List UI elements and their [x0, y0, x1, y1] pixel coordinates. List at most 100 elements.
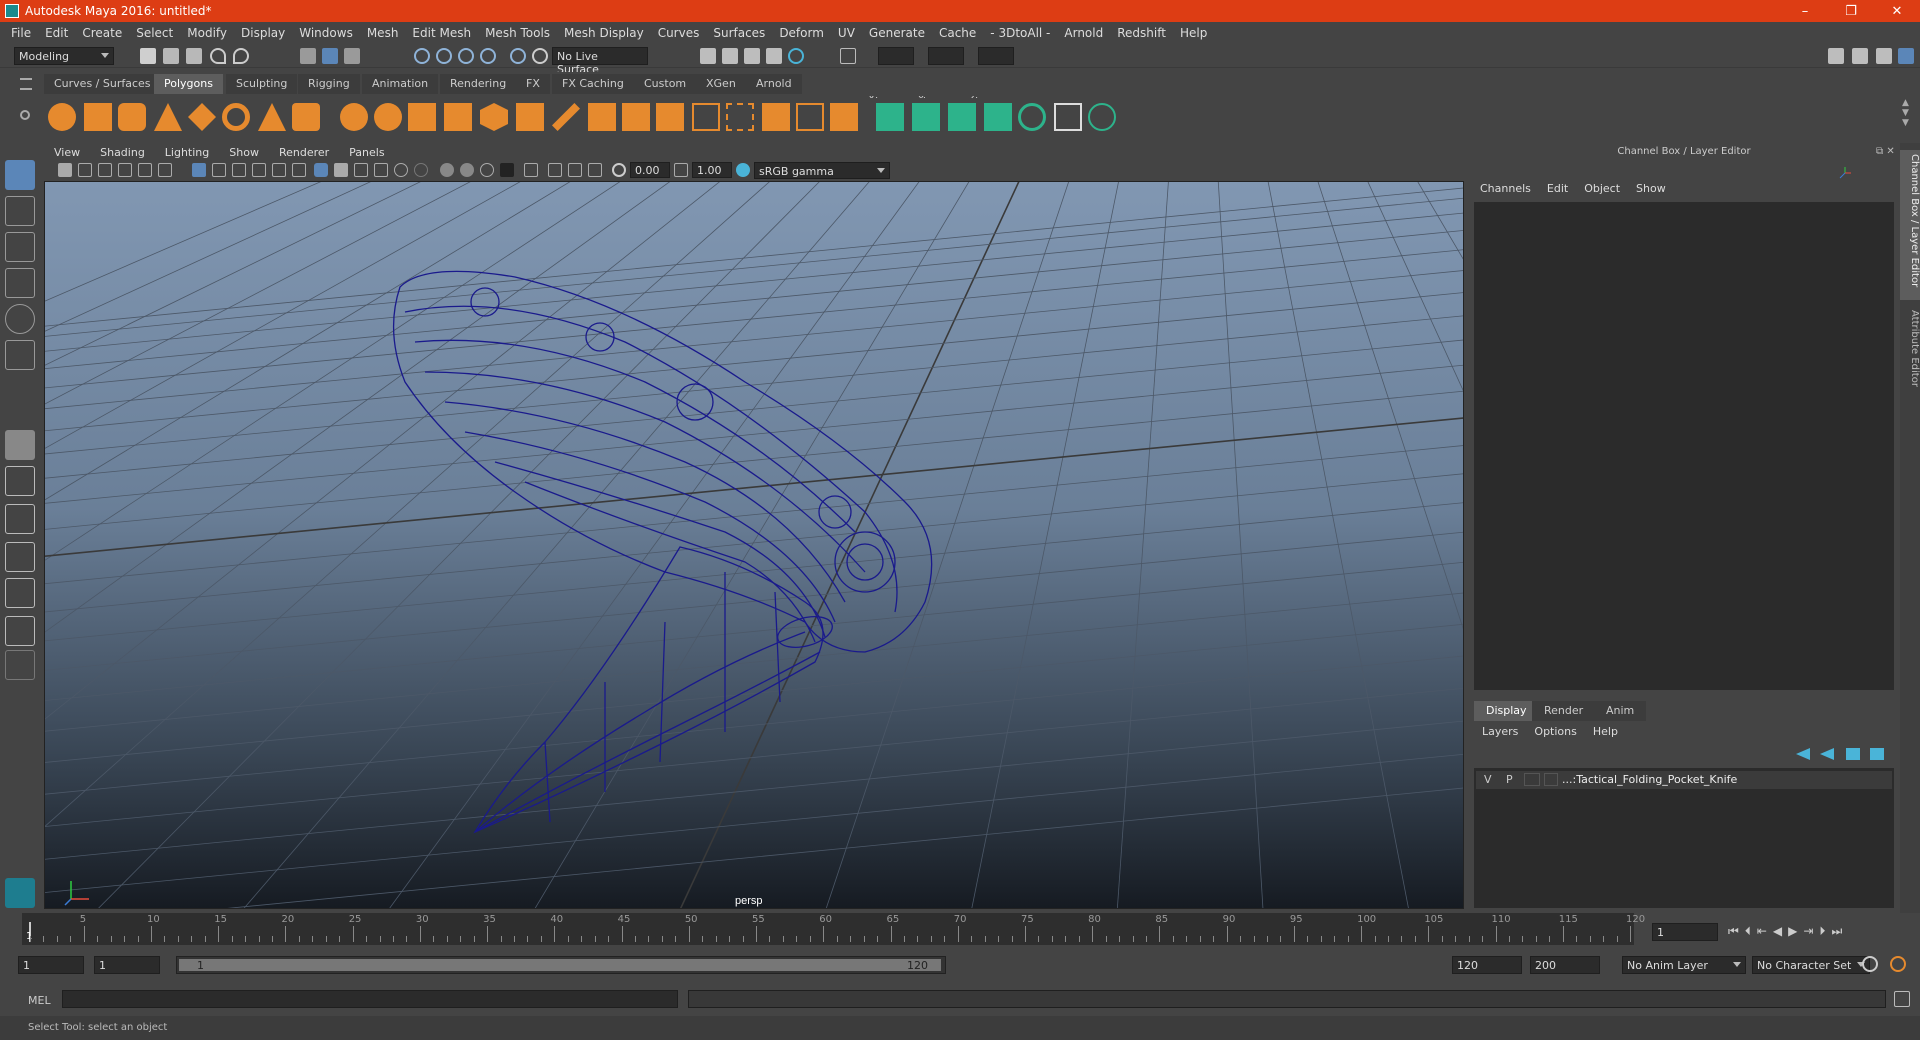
scale-tool-icon[interactable] [5, 340, 35, 370]
script-editor-icon[interactable] [1894, 991, 1910, 1007]
separate-icon[interactable] [374, 103, 402, 131]
bookmark-icon[interactable] [98, 163, 112, 177]
snap-curve-icon[interactable] [436, 48, 452, 64]
textured-icon[interactable] [374, 163, 388, 177]
range-slider-handle[interactable] [179, 959, 941, 971]
shelf-tab-arnold[interactable]: Arnold [746, 74, 802, 94]
mode-dropdown[interactable]: Modeling [14, 47, 114, 65]
menu-cache[interactable]: Cache [932, 26, 983, 40]
menu-deform[interactable]: Deform [772, 26, 831, 40]
viewport-menu-shading[interactable]: Shading [90, 146, 155, 159]
shelf-tab-animation[interactable]: Animation [362, 74, 439, 94]
range-slider[interactable]: 1 120 [176, 956, 946, 974]
play-forward-icon[interactable]: ▶ [1788, 924, 1803, 938]
current-frame-field[interactable]: 1 [1652, 923, 1718, 941]
ambient-occlusion-icon[interactable] [440, 163, 454, 177]
shelf-menu-icon[interactable] [20, 78, 32, 90]
step-back-icon[interactable]: ⏴ [1745, 924, 1757, 938]
shelf-tab-sculpting[interactable]: Sculpting [226, 74, 298, 94]
tool-settings-icon[interactable] [1876, 48, 1892, 64]
layer-tab-anim[interactable]: Anim [1594, 701, 1647, 721]
poly-cube-icon[interactable] [84, 103, 112, 131]
anim-start-field[interactable]: 1 [94, 956, 160, 974]
side-tab-channel-box[interactable]: Channel Box / Layer Editor [1900, 150, 1920, 300]
step-forward-key-icon[interactable]: ⇥ [1803, 924, 1819, 938]
mel-label[interactable]: MEL [28, 994, 51, 1007]
menu-arnold[interactable]: Arnold [1057, 26, 1110, 40]
motion-blur-icon[interactable] [460, 163, 474, 177]
field-chart-icon[interactable] [272, 163, 286, 177]
side-tab-attribute-editor[interactable]: Attribute Editor [1900, 306, 1920, 396]
attribute-editor-icon[interactable] [1852, 48, 1868, 64]
layer-tab-display[interactable]: Display [1474, 701, 1539, 721]
shelf-tab-rendering[interactable]: Rendering [440, 74, 517, 94]
outliner-persp-layout-icon[interactable] [5, 616, 35, 646]
new-layer-selected-icon[interactable] [1870, 748, 1884, 760]
exposure-field[interactable]: 0.00 [630, 162, 670, 178]
start-time-field[interactable]: 1 [18, 956, 84, 974]
live-surface-field[interactable]: No Live Surface [552, 47, 648, 76]
color-management-icon[interactable] [736, 163, 750, 177]
menu-redshift[interactable]: Redshift [1110, 26, 1173, 40]
wireframe-on-shaded-icon[interactable] [354, 163, 368, 177]
transform-mode-icon[interactable] [840, 48, 856, 64]
merge-icon[interactable] [656, 103, 684, 131]
render-frame-icon[interactable] [700, 48, 716, 64]
animation-preferences-icon[interactable] [1890, 956, 1906, 972]
layer-tab-render[interactable]: Render [1532, 701, 1596, 721]
render-settings-icon[interactable] [744, 48, 760, 64]
menu-generate[interactable]: Generate [862, 26, 932, 40]
channel-box-area[interactable] [1474, 202, 1894, 690]
perspective-viewport[interactable]: persp [44, 181, 1464, 909]
anim-end-field[interactable]: 200 [1530, 956, 1600, 974]
extrude-icon[interactable] [588, 103, 616, 131]
grease-pencil-icon[interactable] [158, 163, 172, 177]
shadows-icon[interactable] [414, 163, 428, 177]
hypershade-icon[interactable] [766, 48, 782, 64]
image-plane-icon[interactable] [118, 163, 132, 177]
step-forward-icon[interactable]: ⏵ [1819, 924, 1831, 938]
select-by-component-icon[interactable] [344, 48, 360, 64]
snap-point-icon[interactable] [458, 48, 474, 64]
shelf-tab-custom[interactable]: Custom [634, 74, 697, 94]
menu-edit[interactable]: Edit [38, 26, 75, 40]
redo-icon[interactable] [233, 48, 249, 64]
color-space-dropdown[interactable]: sRGB gamma [754, 162, 890, 179]
two-d-pan-zoom-icon[interactable] [138, 163, 152, 177]
film-gate-icon[interactable] [212, 163, 226, 177]
close-button[interactable]: ✕ [1874, 0, 1920, 22]
channel-box-menu-object[interactable]: Object [1576, 182, 1628, 195]
shelf-tab-fx[interactable]: FX [516, 74, 550, 94]
planar-uv-icon[interactable] [876, 103, 904, 131]
single-perspective-layout-icon[interactable] [5, 430, 35, 460]
snap-live-icon[interactable] [510, 48, 526, 64]
mirror-icon[interactable] [830, 103, 858, 131]
layer-menu-options[interactable]: Options [1526, 725, 1584, 738]
spherical-uv-icon[interactable] [948, 103, 976, 131]
anti-aliasing-icon[interactable] [480, 163, 494, 177]
layer-type-toggle[interactable] [1524, 773, 1540, 786]
paint-select-tool-icon[interactable] [5, 232, 35, 262]
xray-components-icon[interactable] [588, 163, 602, 177]
minimize-button[interactable]: – [1782, 0, 1828, 22]
anim-layer-dropdown[interactable]: No Anim Layer [1622, 956, 1746, 974]
gamma-icon[interactable] [674, 163, 688, 177]
layer-color-swatch[interactable] [1544, 773, 1558, 786]
modeling-toolkit-icon[interactable] [1828, 48, 1844, 64]
x-field[interactable] [878, 47, 914, 65]
wireframe-shading-icon[interactable] [314, 163, 328, 177]
resolution-gate-icon[interactable] [232, 163, 246, 177]
menu-mesh[interactable]: Mesh [360, 26, 406, 40]
uv-toolkit-icon[interactable] [1088, 103, 1116, 131]
cylindrical-uv-icon[interactable] [912, 103, 940, 131]
automatic-uv-icon[interactable] [984, 103, 1012, 131]
channel-box-menu-edit[interactable]: Edit [1539, 182, 1576, 195]
use-all-lights-icon[interactable] [394, 163, 408, 177]
menu-select[interactable]: Select [129, 26, 180, 40]
poly-sphere-icon[interactable] [48, 103, 76, 131]
move-tool-icon[interactable] [5, 268, 35, 298]
uv-editor-icon[interactable] [1018, 103, 1046, 131]
isolate-select-icon[interactable] [524, 163, 538, 177]
mel-input[interactable] [62, 990, 678, 1008]
four-view-layout-icon[interactable] [5, 466, 35, 496]
